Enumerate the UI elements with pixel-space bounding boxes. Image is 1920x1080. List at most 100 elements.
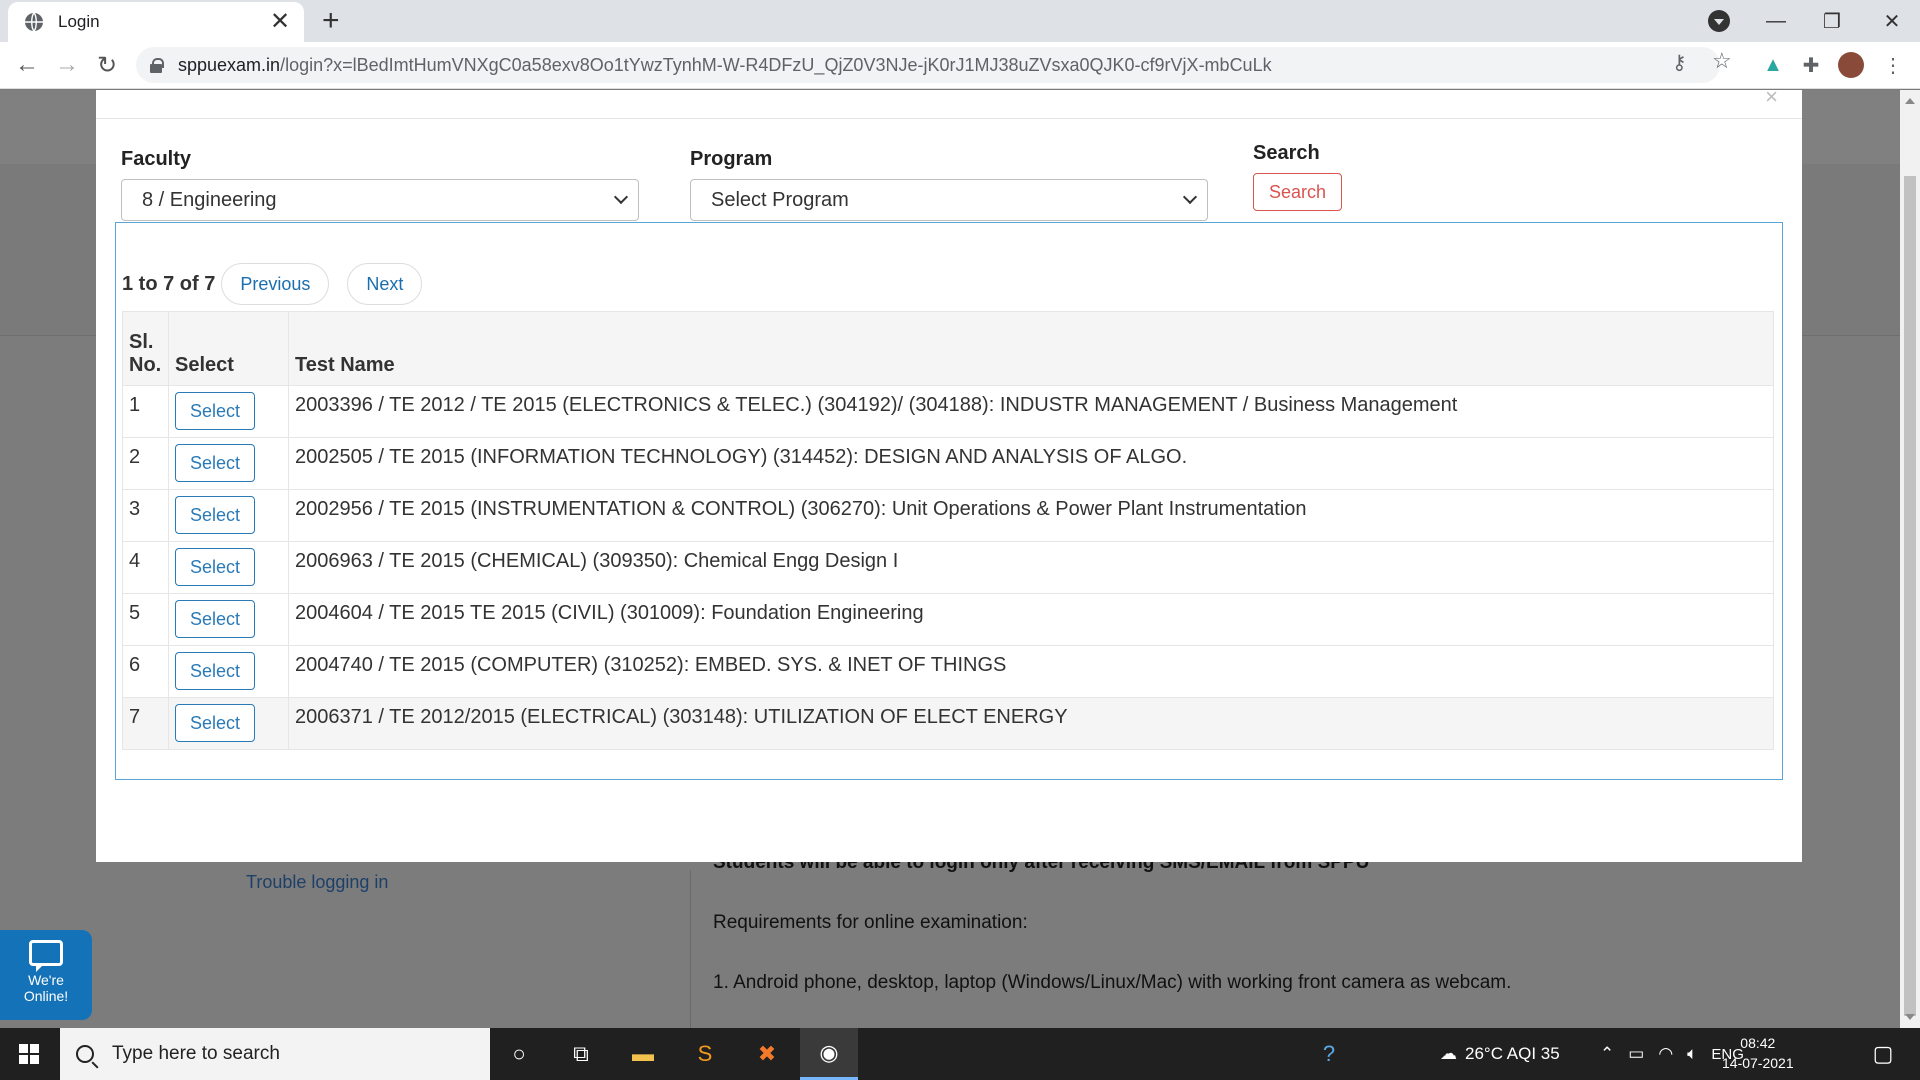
test-selection-modal: × Faculty 8 / Engineering Program Select… [96, 84, 1802, 862]
weather-cloud-icon: ☁ [1440, 1044, 1457, 1063]
search-button[interactable]: Search [1253, 173, 1343, 211]
select-button[interactable]: Select [175, 444, 255, 482]
help-icon[interactable]: ? [1300, 1028, 1358, 1080]
restore-icon[interactable]: ❐ [1804, 0, 1860, 42]
battery-icon[interactable]: ▭ [1628, 1044, 1644, 1064]
start-button[interactable] [0, 1028, 58, 1080]
new-tab-button[interactable]: + [322, 6, 340, 36]
chat-status-line1: We're [28, 972, 64, 988]
test-name: 2004604 / TE 2015 TE 2015 (CIVIL) (30100… [288, 593, 1774, 646]
results-panel: 1 to 7 of 7 Previous Next Sl. No. Select… [115, 222, 1783, 780]
profile-avatar-icon[interactable] [1838, 52, 1864, 78]
page-scrollbar[interactable] [1900, 90, 1920, 1028]
test-name: 2002505 / TE 2015 (INFORMATION TECHNOLOG… [288, 437, 1774, 490]
table-row: 4 Select 2006963 / TE 2015 (CHEMICAL) (3… [122, 541, 1774, 594]
menu-kebab-icon[interactable]: ⋮ [1880, 52, 1906, 78]
select-button[interactable]: Select [175, 600, 255, 638]
row-number: 6 [122, 645, 169, 698]
xampp-icon[interactable]: ✖ [738, 1028, 796, 1080]
extensions-puzzle-icon[interactable]: ✚ [1798, 52, 1824, 78]
table-row: 7 Select 2006371 / TE 2012/2015 (ELECTRI… [122, 697, 1774, 750]
program-select[interactable]: Select Program [690, 179, 1208, 221]
test-name: 2003396 / TE 2012 / TE 2015 (ELECTRONICS… [288, 385, 1774, 438]
scroll-down-arrow-icon[interactable] [1905, 1014, 1915, 1020]
table-row: 1 Select 2003396 / TE 2012 / TE 2015 (EL… [122, 385, 1774, 438]
windows-logo-icon [19, 1044, 39, 1064]
search-icon [76, 1045, 94, 1063]
sublime-text-icon[interactable]: S [676, 1028, 734, 1080]
chrome-icon[interactable]: ◉ [800, 1028, 858, 1080]
address-bar[interactable]: sppuexam.in/login?x=lBedImtHumVNXgC0a58e… [136, 47, 1720, 83]
weather-text: 26°C AQI 35 [1465, 1044, 1560, 1063]
bg-divider [690, 870, 691, 1030]
windows-taskbar: Type here to search ○ ⧉ ▬ S ✖ ◉ ? ☁ 26°C… [0, 1028, 1920, 1080]
result-count: 1 to 7 of 7 [122, 272, 216, 295]
tab-title: Login [58, 12, 100, 31]
url-text: sppuexam.in/login?x=lBedImtHumVNXgC0a58e… [178, 54, 1272, 75]
select-button[interactable]: Select [175, 496, 255, 534]
close-tab-icon[interactable]: ✕ [268, 10, 292, 34]
globe-icon [25, 12, 43, 32]
taskbar-search-box[interactable]: Type here to search [60, 1028, 490, 1080]
window-close-icon[interactable]: ✕ [1864, 0, 1920, 42]
row-number: 5 [122, 593, 169, 646]
tab-search-icon[interactable] [1708, 10, 1730, 32]
test-name: 2006963 / TE 2015 (CHEMICAL) (309350): C… [288, 541, 1774, 594]
row-number: 4 [122, 541, 169, 594]
notifications-icon[interactable]: ▢ [1854, 1028, 1912, 1080]
chevron-down-icon [1182, 189, 1198, 205]
pagination: 1 to 7 of 7 Previous Next [122, 263, 440, 305]
next-button[interactable]: Next [347, 263, 423, 305]
table-header-row: Sl. No. Select Test Name [122, 311, 1774, 386]
scroll-up-arrow-icon[interactable] [1905, 98, 1915, 104]
row-number: 7 [122, 697, 169, 750]
chat-widget[interactable]: We're Online! [0, 930, 92, 1020]
table-row: 6 Select 2004740 / TE 2015 (COMPUTER) (3… [122, 645, 1774, 698]
taskbar-search-placeholder: Type here to search [112, 1043, 280, 1064]
chat-status-line2: Online! [23, 988, 69, 1004]
system-clock[interactable]: 08:42 14-07-2021 [1722, 1033, 1794, 1073]
extension-icon[interactable]: ▲ [1760, 52, 1786, 78]
faculty-select[interactable]: 8 / Engineering [121, 179, 639, 221]
cortana-icon[interactable]: ○ [490, 1028, 548, 1080]
wifi-icon[interactable]: ◠ [1658, 1044, 1673, 1064]
test-name: 2004740 / TE 2015 (COMPUTER) (310252): E… [288, 645, 1774, 698]
previous-button[interactable]: Previous [221, 263, 330, 305]
test-name: 2002956 / TE 2015 (INSTRUMENTATION & CON… [288, 489, 1774, 542]
chevron-down-icon [613, 189, 629, 205]
table-row: 5 Select 2004604 / TE 2015 TE 2015 (CIVI… [122, 593, 1774, 646]
file-explorer-icon[interactable]: ▬ [614, 1028, 672, 1080]
clock-time: 08:42 [1740, 1035, 1776, 1051]
key-icon[interactable]: ⚷ [1672, 50, 1687, 75]
minimize-icon[interactable]: — [1748, 0, 1804, 42]
browser-tab[interactable]: Login ✕ [8, 2, 304, 42]
volume-icon[interactable]: 🔈︎ [1687, 1044, 1697, 1064]
faculty-value: 8 / Engineering [142, 188, 277, 211]
back-icon[interactable]: ← [12, 50, 42, 80]
select-button[interactable]: Select [175, 392, 255, 430]
row-number: 1 [122, 385, 169, 438]
requirements-heading: Requirements for online examination: [713, 912, 1028, 933]
select-button[interactable]: Select [175, 704, 255, 742]
program-field: Program Select Program [690, 148, 1208, 221]
modal-close-icon[interactable]: × [1765, 84, 1778, 110]
tests-table: Sl. No. Select Test Name 1 Select 200339… [122, 311, 1774, 750]
col-header-select: Select [168, 311, 289, 386]
faculty-label: Faculty [121, 148, 192, 170]
requirement-item: 1. Android phone, desktop, laptop (Windo… [713, 972, 1512, 993]
weather-widget[interactable]: ☁ 26°C AQI 35 [1440, 1028, 1560, 1080]
browser-tab-bar: Login ✕ + — ❐ ✕ [0, 0, 1920, 42]
test-name: 2006371 / TE 2012/2015 (ELECTRICAL) (303… [288, 697, 1774, 750]
reload-icon[interactable]: ↻ [92, 50, 122, 80]
program-label: Program [690, 148, 773, 170]
select-button[interactable]: Select [175, 652, 255, 690]
bookmark-star-icon[interactable]: ☆ [1712, 48, 1732, 74]
task-view-icon[interactable]: ⧉ [552, 1028, 610, 1080]
tray-overflow-icon[interactable]: ⌃ [1600, 1044, 1614, 1064]
trouble-logging-in-link[interactable]: Trouble logging in [246, 872, 388, 893]
scroll-thumb[interactable] [1904, 176, 1916, 1016]
select-button[interactable]: Select [175, 548, 255, 586]
modal-header-divider [96, 118, 1802, 119]
forward-icon[interactable]: → [52, 50, 82, 80]
col-header-test-name: Test Name [288, 311, 1774, 386]
